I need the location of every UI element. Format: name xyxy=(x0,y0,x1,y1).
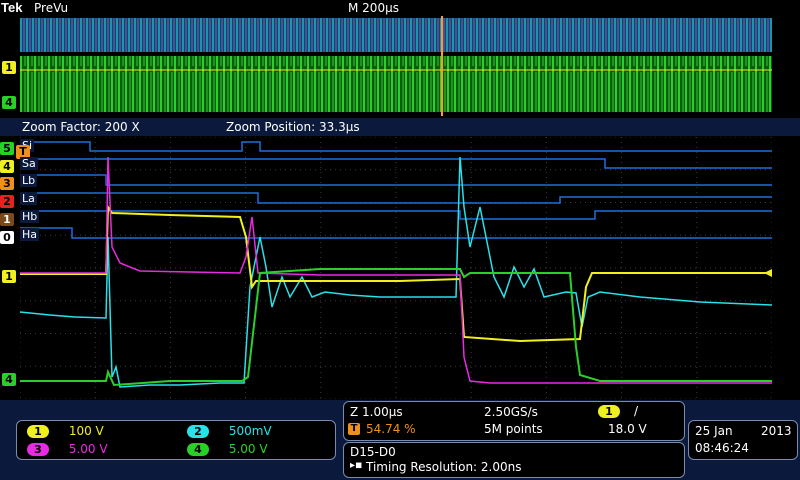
acquisition-panel[interactable]: Z 1.00µs 2.50GS/s 1 / T 54.74 % 5M point… xyxy=(343,401,685,441)
digital-traces xyxy=(20,141,772,239)
ch3-scale-value: 5.00 V xyxy=(68,442,108,456)
date-day: 25 Jan xyxy=(695,424,733,438)
ch4-scale[interactable]: 4 5.00 V xyxy=(187,442,268,456)
digital-sa xyxy=(20,158,772,169)
date-year: 2013 xyxy=(761,424,792,438)
digital-group: D15-D0 xyxy=(350,445,396,459)
overview-ch4-marker[interactable]: 4 xyxy=(2,96,16,109)
overview-ch4-band xyxy=(20,56,772,112)
digital-num-0: 0 xyxy=(0,231,14,244)
digital-info-panel[interactable]: D15-D0 ▸◾ Timing Resolution: 2.00ns xyxy=(343,442,685,478)
timebase-readout[interactable]: M 200µs xyxy=(348,1,399,15)
ch2-badge: 2 xyxy=(187,425,209,438)
digital-num-1: 1 xyxy=(0,213,14,226)
ch2-scale-value: 500mV xyxy=(228,424,272,438)
trigger-position: 54.74 % xyxy=(366,422,416,436)
digital-label-la: La xyxy=(20,192,37,205)
trigger-slope-icon: / xyxy=(634,404,639,418)
acquisition-mode: PreVu xyxy=(34,1,69,15)
timing-resolution: Timing Resolution: 2.00ns xyxy=(366,460,522,474)
trigger-level-arrow[interactable] xyxy=(764,269,772,277)
digital-label-ha: Ha xyxy=(20,228,40,241)
overview-ch1-marker[interactable]: 1 xyxy=(2,61,16,74)
trigger-source-badge: 1 xyxy=(598,405,620,418)
digital-num-3: 3 xyxy=(0,177,14,190)
record-length: 5M points xyxy=(484,422,543,436)
ch1-scale-value: 100 V xyxy=(68,424,104,438)
digital-label-lb: Lb xyxy=(20,174,38,187)
datetime-panel: 25 Jan 2013 08:46:24 xyxy=(688,420,798,460)
ch4-ground-marker[interactable]: 4 xyxy=(2,373,16,386)
digital-lb xyxy=(20,174,772,186)
ch3-badge: 3 xyxy=(27,443,49,456)
zoom-info-bar: Zoom Factor: 200 X Zoom Position: 33.3µs xyxy=(0,118,800,136)
ch1-ground-marker[interactable]: 1 xyxy=(2,270,16,283)
ch4-scale-value: 5.00 V xyxy=(228,442,268,456)
overview-ch2-ch3-band xyxy=(20,18,772,52)
header-bar: Tek PreVu M 200µs T xyxy=(0,0,800,38)
zoom-position: Zoom Position: 33.3µs xyxy=(226,120,360,134)
graticule-svg xyxy=(19,136,773,400)
channel-scale-panel[interactable]: 1 100 V 2 500mV 3 5.00 V 4 5.00 V xyxy=(16,420,336,460)
digital-label-hb: Hb xyxy=(20,210,40,223)
ch1-badge: 1 xyxy=(27,425,49,438)
digital-si xyxy=(20,141,772,152)
ch1-scale[interactable]: 1 100 V xyxy=(27,424,104,438)
time: 08:46:24 xyxy=(695,441,749,455)
sample-rate: 2.50GS/s xyxy=(484,405,538,419)
overview-waveform-area xyxy=(20,16,772,116)
digital-num-4: 4 xyxy=(0,160,14,173)
main-graticule xyxy=(19,136,773,400)
zoom-factor: Zoom Factor: 200 X xyxy=(22,120,140,134)
horizontal-scale: Z 1.00µs xyxy=(350,405,403,419)
digital-num-2: 2 xyxy=(0,195,14,208)
overview-traces xyxy=(20,16,772,116)
digital-label-sa: Sa xyxy=(20,157,38,170)
ch2-scale[interactable]: 2 500mV xyxy=(187,424,272,438)
ch4-badge: 4 xyxy=(187,443,209,456)
trigger-level: 18.0 V xyxy=(608,422,647,436)
timing-icon: ▸◾ xyxy=(350,460,363,471)
status-area: 1 100 V 2 500mV 3 5.00 V 4 5.00 V Z 1.00… xyxy=(0,400,800,480)
brand-logo: Tek xyxy=(1,0,23,15)
digital-num-5: 5 xyxy=(0,142,14,155)
ch3-scale[interactable]: 3 5.00 V xyxy=(27,442,108,456)
trigger-position-icon: T xyxy=(348,423,360,435)
